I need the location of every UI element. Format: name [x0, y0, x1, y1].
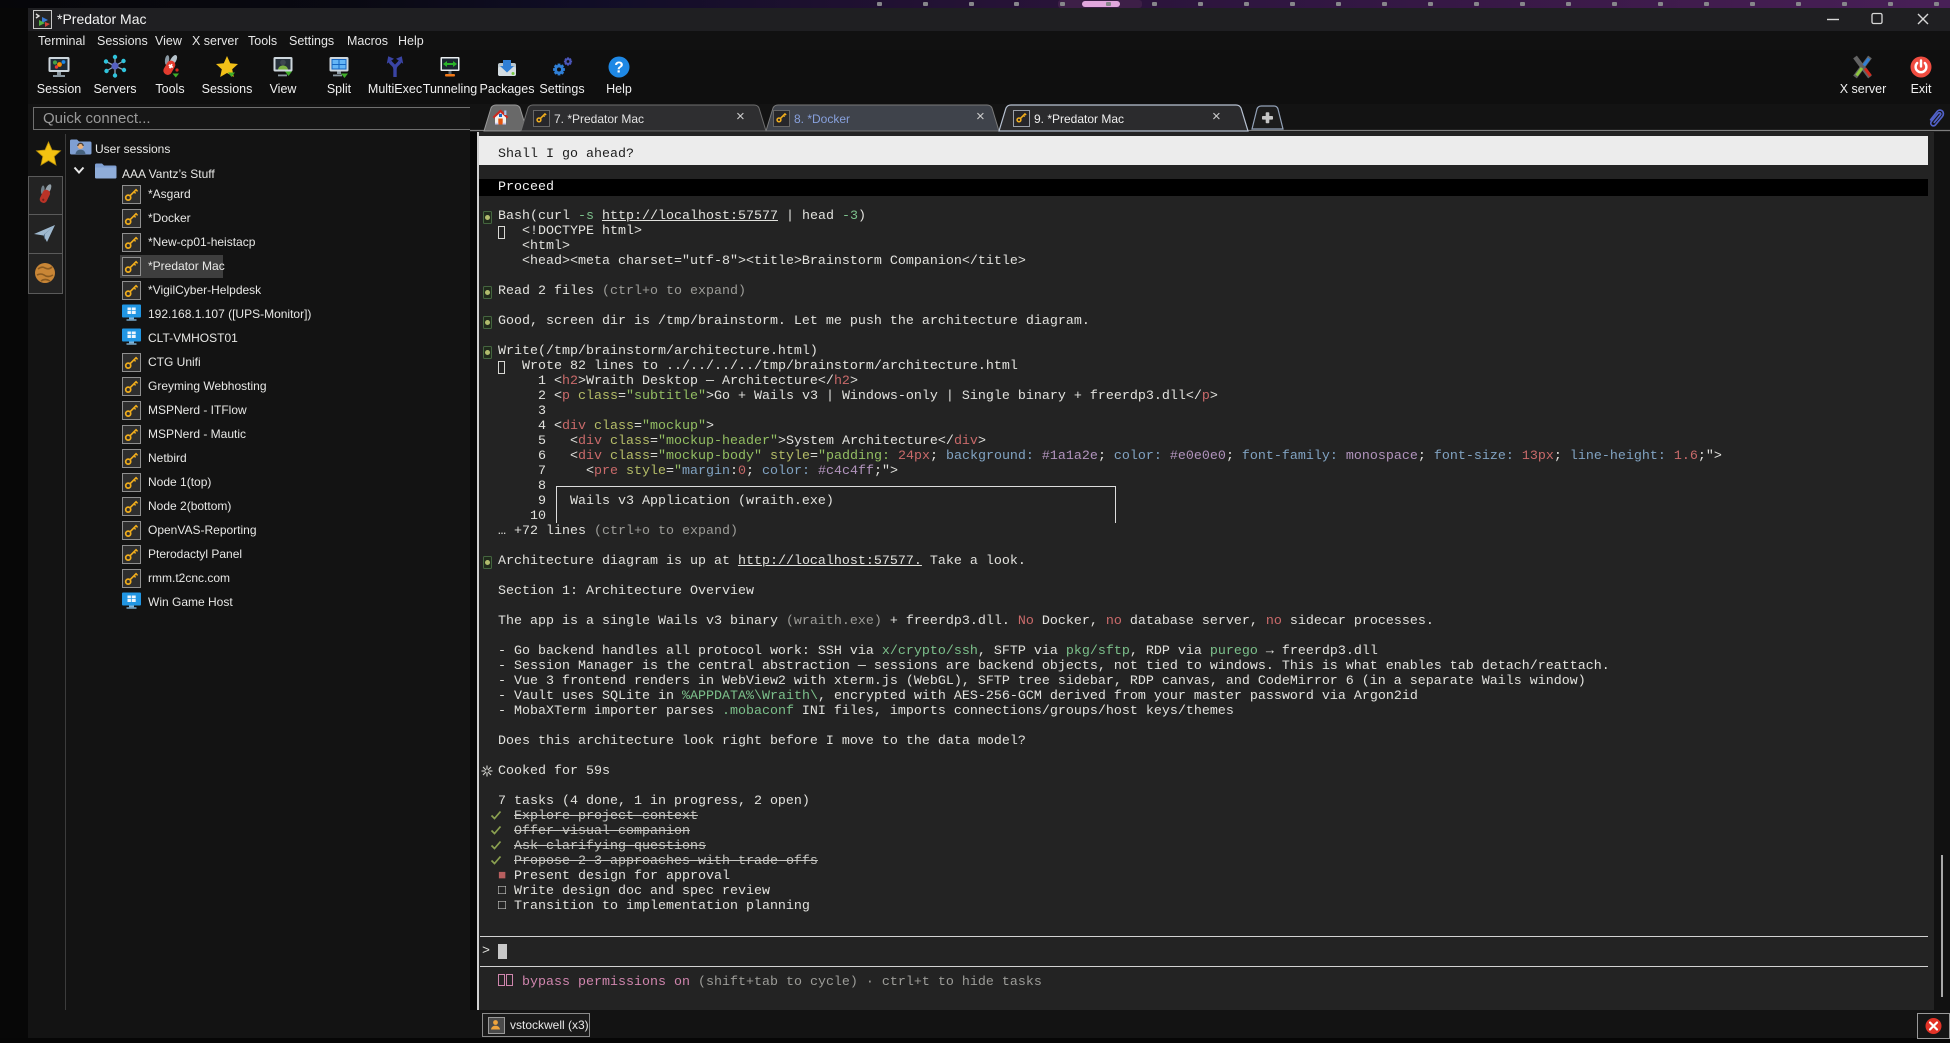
svg-text:?: ? — [614, 60, 623, 77]
